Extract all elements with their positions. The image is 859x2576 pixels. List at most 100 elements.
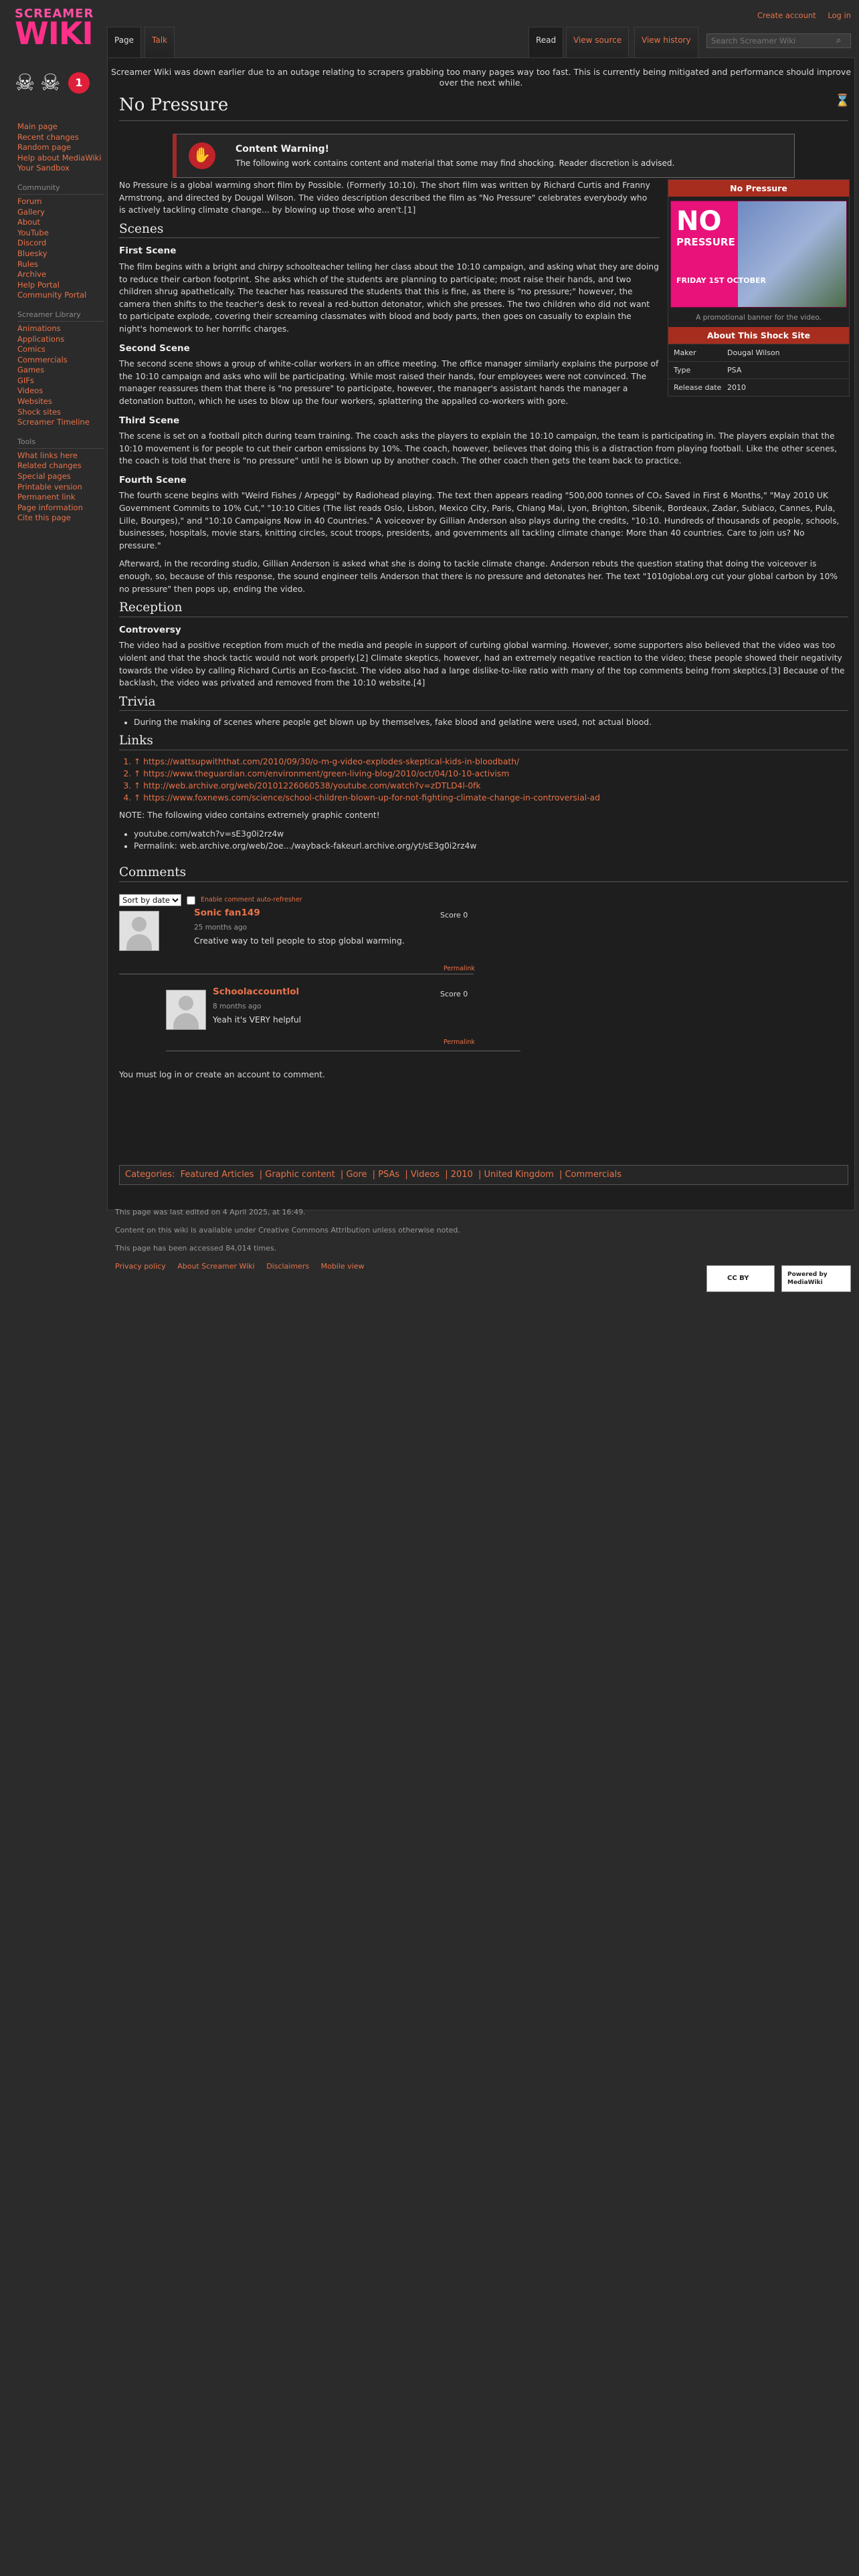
category-link[interactable]: Videos xyxy=(411,1170,440,1180)
footer-link[interactable]: Disclaimers xyxy=(266,1262,309,1271)
footer-link[interactable]: Mobile view xyxy=(321,1262,365,1271)
warning-text: The following work contains content and … xyxy=(235,158,675,168)
sidebar-item[interactable]: Community Portal xyxy=(17,290,104,301)
sidebar-item[interactable]: Commercials xyxy=(17,355,104,366)
sidebar-item[interactable]: Your Sandbox xyxy=(17,163,104,174)
sidebar-tools-nav: What links here Related changes Special … xyxy=(17,451,104,524)
comment-user[interactable]: Schoolaccountlol xyxy=(213,986,299,998)
sidebar-item[interactable]: Videos xyxy=(17,386,104,397)
category-link[interactable]: 2010 xyxy=(451,1170,473,1180)
page-title: No Pressure xyxy=(119,95,229,115)
sidebar-item[interactable]: Printable version xyxy=(17,482,104,493)
sort-select[interactable]: Sort by date xyxy=(119,894,181,907)
autorefresh-label[interactable]: Enable comment auto-refresher xyxy=(201,894,302,907)
sidebar-item[interactable]: Related changes xyxy=(17,461,104,471)
stop-hand-icon: ✋ xyxy=(189,142,215,169)
paragraph: The second scene shows a group of white-… xyxy=(119,359,659,406)
sidebar-item[interactable]: Special pages xyxy=(17,471,104,482)
sidebar-item[interactable]: Rules xyxy=(17,259,104,270)
sidebar-item[interactable]: Archive xyxy=(17,270,104,280)
sidebar-main-nav: Main page Recent changes Random page Hel… xyxy=(17,122,104,174)
sidebar-item[interactable]: Forum xyxy=(17,197,104,207)
sidebar-item[interactable]: Screamer Timeline xyxy=(17,417,104,428)
sidebar-item[interactable]: Websites xyxy=(17,397,104,407)
section-heading-links: Links xyxy=(119,735,848,750)
autorefresh-checkbox[interactable] xyxy=(187,895,195,905)
title-divider xyxy=(119,120,848,121)
paragraph: Afterward, in the recording studio, Gill… xyxy=(119,559,838,594)
site-notice: Screamer Wiki was down earlier due to an… xyxy=(110,67,852,88)
sidebar-item[interactable]: Permanent link xyxy=(17,492,104,503)
footer-link[interactable]: About Screamer Wiki xyxy=(177,1262,254,1271)
skull-icon: ☠ xyxy=(40,70,61,96)
search-icon[interactable]: ⌕ xyxy=(836,35,847,46)
sidebar-item[interactable]: GIFs xyxy=(17,376,104,387)
paragraph: The video had a positive reception from … xyxy=(119,641,845,688)
cc-license-badge[interactable]: CC BY xyxy=(706,1265,775,1292)
reference-link[interactable]: ↑ https://www.foxnews.com/science/school… xyxy=(134,792,848,804)
category-link[interactable]: United Kingdom xyxy=(484,1170,553,1180)
subsection-heading: Third Scene xyxy=(119,415,180,426)
sidebar-item[interactable]: Shock sites xyxy=(17,407,104,418)
list-item: Permalink: web.archive.org/web/2oe.../wa… xyxy=(134,840,848,852)
last-edited: This page was last edited on 4 April 202… xyxy=(115,1208,306,1216)
reference-link[interactable]: ↑ https://wattsupwiththat.com/2010/09/30… xyxy=(134,756,848,768)
subsection-heading: Fourth Scene xyxy=(119,474,187,486)
comment-thread: Sonic fan149 25 months ago Creative way … xyxy=(119,907,475,1046)
category-link[interactable]: Featured Articles xyxy=(181,1170,254,1180)
sidebar-item[interactable]: Page information xyxy=(17,503,104,514)
sidebar-item[interactable]: What links here xyxy=(17,451,104,461)
categories-label[interactable]: Categories: xyxy=(125,1170,175,1180)
paragraph: The scene is set on a football pitch dur… xyxy=(119,431,838,466)
sidebar-item[interactable]: Help about MediaWiki xyxy=(17,153,104,164)
sidebar-library-nav: Animations Applications Comics Commercia… xyxy=(17,324,104,428)
login-note: You must log in or create an account to … xyxy=(119,1069,325,1079)
sidebar-item[interactable]: Comics xyxy=(17,344,104,355)
create-account-link[interactable]: Create account xyxy=(757,11,816,20)
article-body: No Pressure is a global warming short fi… xyxy=(119,179,848,1087)
comment-permalink[interactable]: Permalink xyxy=(444,1037,475,1049)
top-bar: Create account Log in Page Talk Read Vie… xyxy=(0,0,859,58)
sidebar-community-nav: Forum Gallery About YouTube Discord Blue… xyxy=(17,197,104,301)
reference-link[interactable]: ↑ https://www.theguardian.com/environmen… xyxy=(134,768,848,780)
category-link[interactable]: PSAs xyxy=(378,1170,399,1180)
sidebar-item[interactable]: Games xyxy=(17,365,104,376)
sidebar-item[interactable]: Applications xyxy=(17,334,104,345)
sidebar-item[interactable]: Help Portal xyxy=(17,280,104,291)
paragraph: The film begins with a bright and chirpy… xyxy=(119,261,659,334)
sidebar-heading: Screamer Library xyxy=(17,310,104,322)
login-link[interactable]: Log in xyxy=(828,11,851,20)
sidebar-item[interactable]: Main page xyxy=(17,122,104,132)
mediawiki-badge[interactable]: Powered by MediaWiki xyxy=(781,1265,851,1292)
category-link[interactable]: Gore xyxy=(346,1170,367,1180)
mw-badge-text: Powered by MediaWiki xyxy=(787,1271,828,1286)
sidebar-item[interactable]: Animations xyxy=(17,324,104,334)
sidebar-item[interactable]: Cite this page xyxy=(17,513,104,524)
reference-link[interactable]: ↑ http://web.archive.org/web/20101226060… xyxy=(134,780,848,792)
tab-talk[interactable]: Talk xyxy=(145,27,175,58)
comment-score: Score 0 xyxy=(440,910,468,920)
search-input[interactable] xyxy=(706,33,851,48)
sidebar-item[interactable]: Random page xyxy=(17,142,104,153)
warning-title: Content Warning! xyxy=(235,144,330,154)
license-note: Content on this wiki is available under … xyxy=(115,1226,460,1235)
graphic-note: NOTE: The following video contains extre… xyxy=(119,810,380,820)
sidebar-item[interactable]: About xyxy=(17,217,104,228)
tab-page[interactable]: Page xyxy=(107,27,142,58)
sidebar-heading: Community xyxy=(17,183,104,195)
tab-view-source[interactable]: View source xyxy=(566,27,630,58)
category-link[interactable]: Commercials xyxy=(565,1170,622,1180)
sidebar-item[interactable]: YouTube xyxy=(17,228,104,239)
category-link[interactable]: Graphic content xyxy=(265,1170,335,1180)
personal-tools: Create account Log in xyxy=(748,11,851,20)
paragraph: The fourth scene begins with "Weird Fish… xyxy=(119,491,840,550)
sidebar-item[interactable]: Gallery xyxy=(17,207,104,218)
sidebar-item[interactable]: Bluesky xyxy=(17,249,104,259)
footer-link[interactable]: Privacy policy xyxy=(115,1262,166,1271)
content-warning-box: ✋ Content Warning! The following work co… xyxy=(173,134,795,178)
sidebar-item[interactable]: Recent changes xyxy=(17,132,104,143)
sidebar-item[interactable]: Discord xyxy=(17,238,104,249)
tab-read[interactable]: Read xyxy=(529,27,564,58)
comment-user[interactable]: Sonic fan149 xyxy=(194,907,260,920)
tab-view-history[interactable]: View history xyxy=(634,27,698,58)
